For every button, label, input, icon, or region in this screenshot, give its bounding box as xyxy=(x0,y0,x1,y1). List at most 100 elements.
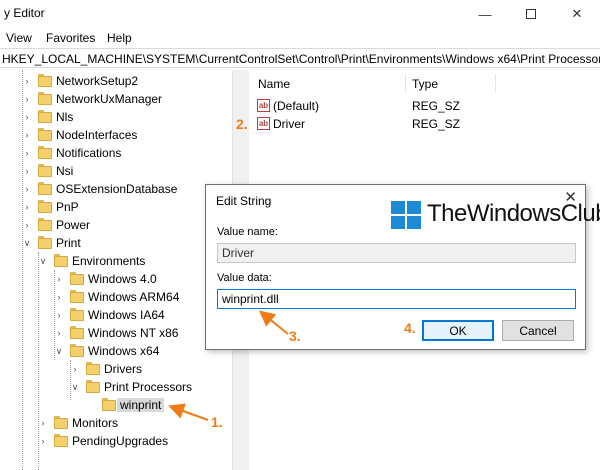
minimize-button[interactable]: — xyxy=(462,0,508,28)
menu-view[interactable]: View xyxy=(6,31,32,45)
tree-item[interactable]: › Windows 4.0 xyxy=(0,270,230,288)
folder-icon xyxy=(70,344,84,357)
window-title: y Editor xyxy=(4,6,45,20)
value-data-input[interactable]: winprint.dll xyxy=(217,289,576,309)
tree-item[interactable]: › NetworkSetup2 xyxy=(0,72,230,90)
watermark-logo: TheWindowsClub xyxy=(391,198,600,230)
tree-connector xyxy=(70,360,71,400)
value-type: REG_SZ xyxy=(412,117,461,131)
tree-item-label: Print Processors xyxy=(104,380,193,394)
tree-item-label: Notifications xyxy=(56,146,122,160)
value-name: Driver xyxy=(273,117,305,131)
chevron-right-icon[interactable]: › xyxy=(38,436,48,446)
value-name: (Default) xyxy=(273,99,320,113)
chevron-down-icon[interactable]: ∨ xyxy=(70,382,80,392)
menu-help[interactable]: Help xyxy=(107,31,132,45)
tree-item-label: Drivers xyxy=(104,362,142,376)
tree-item[interactable]: › Power xyxy=(0,216,230,234)
folder-icon xyxy=(38,92,52,105)
chevron-right-icon[interactable]: › xyxy=(54,274,64,284)
tree-item[interactable]: › NodeInterfaces xyxy=(0,126,230,144)
address-bar[interactable]: HKEY_LOCAL_MACHINE\SYSTEM\CurrentControl… xyxy=(0,48,600,68)
chevron-right-icon[interactable]: › xyxy=(22,166,32,176)
tree-item[interactable]: ∨ Print Processors xyxy=(0,378,230,396)
menu-bar: View Favorites Help xyxy=(0,28,600,48)
tree-item[interactable]: › OSExtensionDatabase xyxy=(0,180,230,198)
chevron-right-icon[interactable]: › xyxy=(38,418,48,428)
chevron-right-icon[interactable]: › xyxy=(22,202,32,212)
value-type: REG_SZ xyxy=(412,99,461,113)
tree-connector xyxy=(54,270,55,360)
tree-item-label: winprint xyxy=(117,398,165,412)
maximize-button[interactable] xyxy=(508,0,554,28)
column-type-header[interactable]: Type xyxy=(412,77,438,91)
folder-icon xyxy=(70,308,84,321)
tree-item-label: NetworkUxManager xyxy=(56,92,163,106)
folder-icon xyxy=(54,416,68,429)
tree-item[interactable]: › Drivers xyxy=(0,360,230,378)
chevron-down-icon[interactable]: ∨ xyxy=(38,256,48,266)
tree-item[interactable]: › PendingUpgrades xyxy=(0,432,230,450)
address-path: HKEY_LOCAL_MACHINE\SYSTEM\CurrentControl… xyxy=(2,52,600,66)
chevron-right-icon[interactable]: › xyxy=(22,76,32,86)
chevron-right-icon[interactable]: › xyxy=(22,112,32,122)
tree-item[interactable]: › Windows ARM64 xyxy=(0,288,230,306)
chevron-down-icon[interactable]: ∨ xyxy=(22,238,32,248)
tree-item-label: Windows ARM64 xyxy=(88,290,180,304)
chevron-right-icon[interactable]: › xyxy=(22,94,32,104)
column-separator[interactable] xyxy=(405,74,406,92)
tree-item-label: PnP xyxy=(56,200,79,214)
tree-item[interactable]: › NetworkUxManager xyxy=(0,90,230,108)
tree-item-label: NetworkSetup2 xyxy=(56,74,139,88)
tree-item-label: Power xyxy=(56,218,91,232)
folder-icon xyxy=(54,434,68,447)
chevron-right-icon[interactable]: › xyxy=(22,184,32,194)
tree-item[interactable]: winprint xyxy=(0,396,230,414)
ok-button[interactable]: OK xyxy=(422,320,494,341)
tree-item[interactable]: › Nls xyxy=(0,108,230,126)
folder-icon xyxy=(38,128,52,141)
value-row[interactable]: ab Driver REG_SZ xyxy=(250,115,600,133)
tree-item[interactable]: › Windows NT x86 xyxy=(0,324,230,342)
folder-icon xyxy=(70,290,84,303)
tree-item[interactable]: ∨ Environments xyxy=(0,252,230,270)
tree-item[interactable]: › Notifications xyxy=(0,144,230,162)
menu-favorites[interactable]: Favorites xyxy=(46,31,95,45)
tree-connector xyxy=(38,252,39,470)
folder-icon xyxy=(38,182,52,195)
value-name-field: Driver xyxy=(217,243,576,263)
column-separator[interactable] xyxy=(495,74,496,92)
chevron-down-icon[interactable]: ∨ xyxy=(54,346,64,356)
minimize-icon: — xyxy=(478,6,492,22)
folder-icon xyxy=(38,164,52,177)
value-data-label: Value data: xyxy=(217,272,272,284)
chevron-right-icon[interactable]: › xyxy=(22,148,32,158)
folder-icon xyxy=(38,146,52,159)
chevron-right-icon[interactable]: › xyxy=(22,130,32,140)
chevron-right-icon[interactable]: › xyxy=(70,364,80,374)
tree-item[interactable]: › Nsi xyxy=(0,162,230,180)
folder-icon xyxy=(70,326,84,339)
close-button[interactable]: ✕ xyxy=(554,0,600,28)
chevron-right-icon[interactable]: › xyxy=(22,220,32,230)
chevron-right-icon[interactable]: › xyxy=(54,328,64,338)
value-row[interactable]: ab (Default) REG_SZ xyxy=(250,97,600,115)
step-1-label: 1. xyxy=(211,414,223,430)
tree-item-label: Print xyxy=(56,236,81,250)
folder-icon xyxy=(102,398,116,411)
column-name-header[interactable]: Name xyxy=(258,77,290,91)
key-tree: › NetworkSetup2 › NetworkUxManager › Nls › Node… xyxy=(0,70,232,470)
tree-item[interactable]: › Windows IA64 xyxy=(0,306,230,324)
cancel-button[interactable]: Cancel xyxy=(502,320,574,341)
folder-icon xyxy=(38,74,52,87)
folder-icon xyxy=(70,272,84,285)
chevron-right-icon[interactable]: › xyxy=(54,292,64,302)
tree-item[interactable]: › Monitors xyxy=(0,414,230,432)
tree-item[interactable]: › PnP xyxy=(0,198,230,216)
tree-item[interactable]: ∨ Windows x64 xyxy=(0,342,230,360)
folder-icon xyxy=(38,218,52,231)
chevron-right-icon[interactable]: › xyxy=(54,310,64,320)
ok-button-label: OK xyxy=(449,323,467,338)
tree-item-label: Windows IA64 xyxy=(88,308,165,322)
tree-item[interactable]: ∨ Print xyxy=(0,234,230,252)
